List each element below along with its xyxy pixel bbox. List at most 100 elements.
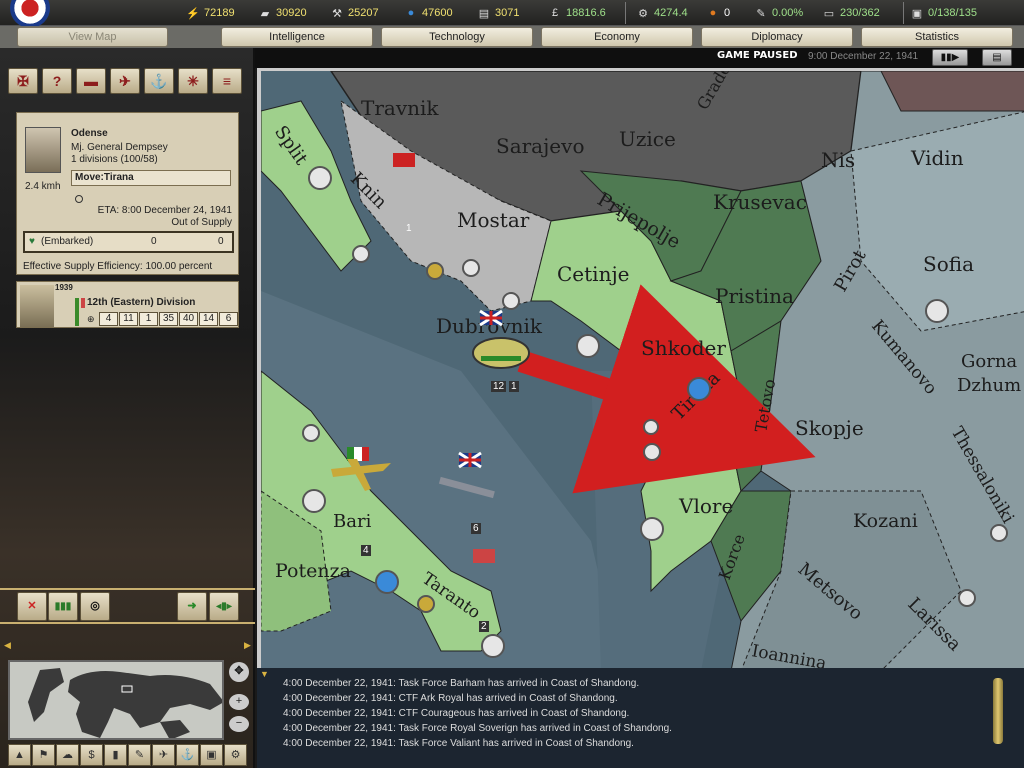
disband-button[interactable]: ✕ — [17, 592, 47, 621]
game-map[interactable]: Travnik Sarajevo Uzice Nis Vidin Split K… — [257, 68, 1024, 668]
log-collapse-icon[interactable]: ▼ — [260, 669, 269, 679]
strength-bar — [75, 298, 79, 326]
svg-text:Travnik: Travnik — [361, 96, 439, 120]
log-line: 4:00 December 22, 1941: Task Force Royal… — [283, 723, 672, 734]
zoom-center-button[interactable]: ✥ — [229, 662, 249, 682]
svg-text:Vlore: Vlore — [678, 494, 733, 518]
mapmode-air-button[interactable]: ✈ — [152, 744, 175, 766]
res-ic: ⚙ 4274.4 — [636, 6, 688, 20]
zoom-out-button[interactable]: − — [229, 716, 249, 732]
metal-icon: ▰ — [260, 7, 270, 20]
mapmode-naval-button[interactable]: ⚓ — [176, 744, 199, 766]
tab-diplomacy[interactable]: Diplomacy — [701, 27, 853, 47]
scroll-left-icon[interactable]: ◀ — [4, 640, 11, 651]
unit-eta: ETA: 8:00 December 24, 1941 — [97, 205, 232, 216]
minimap[interactable] — [8, 660, 224, 740]
filter-list-button[interactable]: ≡ — [212, 68, 242, 94]
filter-production-button[interactable]: ✠ — [8, 68, 38, 94]
pause-play-button[interactable]: ▮▮▶ — [932, 49, 968, 66]
tab-technology[interactable]: Technology — [381, 27, 533, 47]
stack-count: 1 — [509, 381, 519, 392]
division-year: 1939 — [55, 283, 73, 292]
oil-icon: ● — [407, 7, 415, 19]
split-button[interactable]: ◂▮▸ — [209, 592, 239, 621]
supply-efficiency: Effective Supply Efficiency: 100.00 perc… — [23, 261, 213, 272]
tab-view-map[interactable]: View Map — [17, 27, 168, 47]
svg-text:Vidin: Vidin — [910, 146, 964, 170]
commander-portrait — [25, 127, 61, 173]
svg-text:Sarajevo: Sarajevo — [496, 134, 585, 158]
mapmode-economic-button[interactable]: $ — [80, 744, 103, 766]
svg-text:Sofia: Sofia — [923, 252, 974, 276]
res-supplies: ▤ 3071 — [478, 7, 520, 20]
game-paused-label: GAME PAUSED — [717, 50, 798, 61]
svg-text:Bari: Bari — [333, 511, 372, 532]
res-oil: ● 47600 — [404, 6, 453, 20]
unit-speed: 2.4 kmh — [25, 181, 61, 192]
unit-divisions: 1 divisions (100/58) — [71, 154, 158, 165]
tab-economy[interactable]: Economy — [541, 27, 693, 47]
tab-intelligence[interactable]: Intelligence — [221, 27, 373, 47]
org-bar — [81, 298, 85, 308]
unit-count: 1 — [406, 223, 412, 234]
game-status-bar: GAME PAUSED 9:00 December 22, 1941 ▮▮▶ ▤ — [255, 48, 1024, 68]
zoom-in-button[interactable]: + — [229, 694, 249, 710]
svg-text:Nis: Nis — [821, 148, 855, 172]
scroll-right-icon[interactable]: ▶ — [244, 640, 251, 651]
filter-naval-button[interactable]: ⚓ — [144, 68, 174, 94]
log-scrollbar[interactable] — [993, 678, 1003, 744]
svg-text:Gorna: Gorna — [961, 351, 1017, 372]
stack-count: 4 — [361, 545, 371, 556]
res-dissent: ✎ 0.00% — [754, 6, 803, 20]
tab-statistics[interactable]: Statistics — [861, 27, 1013, 47]
mapmode-weather-button[interactable]: ☁ — [56, 744, 79, 766]
mapmode-infra-button[interactable]: ▣ — [200, 744, 223, 766]
manpower-icon: ▭ — [823, 7, 835, 20]
resource-bar: ⚡ 72189 ▰ 30920 ⚒ 25207 ● 47600 ▤ 3071 £18816… — [0, 0, 1024, 28]
svg-text:Krusevac: Krusevac — [713, 190, 807, 214]
unit-supply-status: Out of Supply — [171, 217, 232, 228]
embarked-icon: ♥ — [29, 236, 35, 247]
division-card[interactable]: 1939 12th (Eastern) Division ⊕ 4 11 1 35… — [16, 281, 239, 328]
stack-count: 6 — [471, 523, 481, 534]
res-energy: ⚡ 72189 — [186, 7, 235, 20]
filter-air-button[interactable]: ✈ — [110, 68, 140, 94]
clock-icon — [75, 195, 83, 203]
unload-button[interactable]: ➜ — [177, 592, 207, 621]
svg-text:Mostar: Mostar — [457, 208, 530, 232]
nuclear-icon: ● — [709, 7, 717, 19]
division-soldier-icon — [20, 285, 54, 327]
transport-icon: ▣ — [911, 7, 923, 20]
res-money: £18816.6 — [548, 6, 606, 20]
division-name: 12th (Eastern) Division — [87, 297, 196, 308]
add-icon[interactable]: ⊕ — [87, 314, 95, 325]
target-button[interactable]: ◎ — [80, 592, 110, 621]
game-date: 9:00 December 22, 1941 — [808, 51, 919, 62]
mapmode-political-button[interactable]: ⚑ — [32, 744, 55, 766]
filter-help-button[interactable]: ? — [42, 68, 72, 94]
reorganize-button[interactable]: ▮▮▮ — [48, 592, 78, 621]
svg-text:Cetinje: Cetinje — [557, 262, 630, 286]
filter-aa-button[interactable]: ✳ — [178, 68, 208, 94]
unit-move-order: Move:Tirana — [71, 170, 231, 186]
main-tabs: View Map Intelligence Technology Economy… — [0, 26, 1024, 48]
roundel-icon — [10, 0, 50, 28]
mapmode-options-button[interactable]: ⚙ — [224, 744, 247, 766]
menu-button[interactable]: ▤ — [982, 49, 1012, 66]
svg-text:Dzhum: Dzhum — [957, 375, 1021, 396]
mapmode-terrain-button[interactable]: ▲ — [8, 744, 31, 766]
log-line: 4:00 December 22, 1941: CTF Courageous h… — [283, 708, 630, 719]
svg-text:Shkoder: Shkoder — [641, 336, 726, 360]
mapmode-supply-button[interactable]: ▮ — [104, 744, 127, 766]
mapmode-partisan-button[interactable]: ✎ — [128, 744, 151, 766]
res-metal: ▰ 30920 — [258, 6, 307, 20]
unit-info-card: 2.4 kmh Odense Mj. General Dempsey 1 div… — [16, 112, 239, 275]
unit-commander: Mj. General Dempsey — [71, 142, 168, 153]
log-line: 4:00 December 22, 1941: CTF Ark Royal ha… — [283, 693, 618, 704]
log-line: 4:00 December 22, 1941: Task Force Valia… — [283, 738, 634, 749]
log-line: 4:00 December 22, 1941: Task Force Barha… — [283, 678, 640, 689]
message-log: ▼ 4:00 December 22, 1941: Task Force Bar… — [257, 668, 1024, 768]
rare-materials-icon: ⚒ — [332, 7, 342, 20]
svg-text:Skopje: Skopje — [795, 416, 864, 440]
filter-armor-button[interactable]: ▬ — [76, 68, 106, 94]
